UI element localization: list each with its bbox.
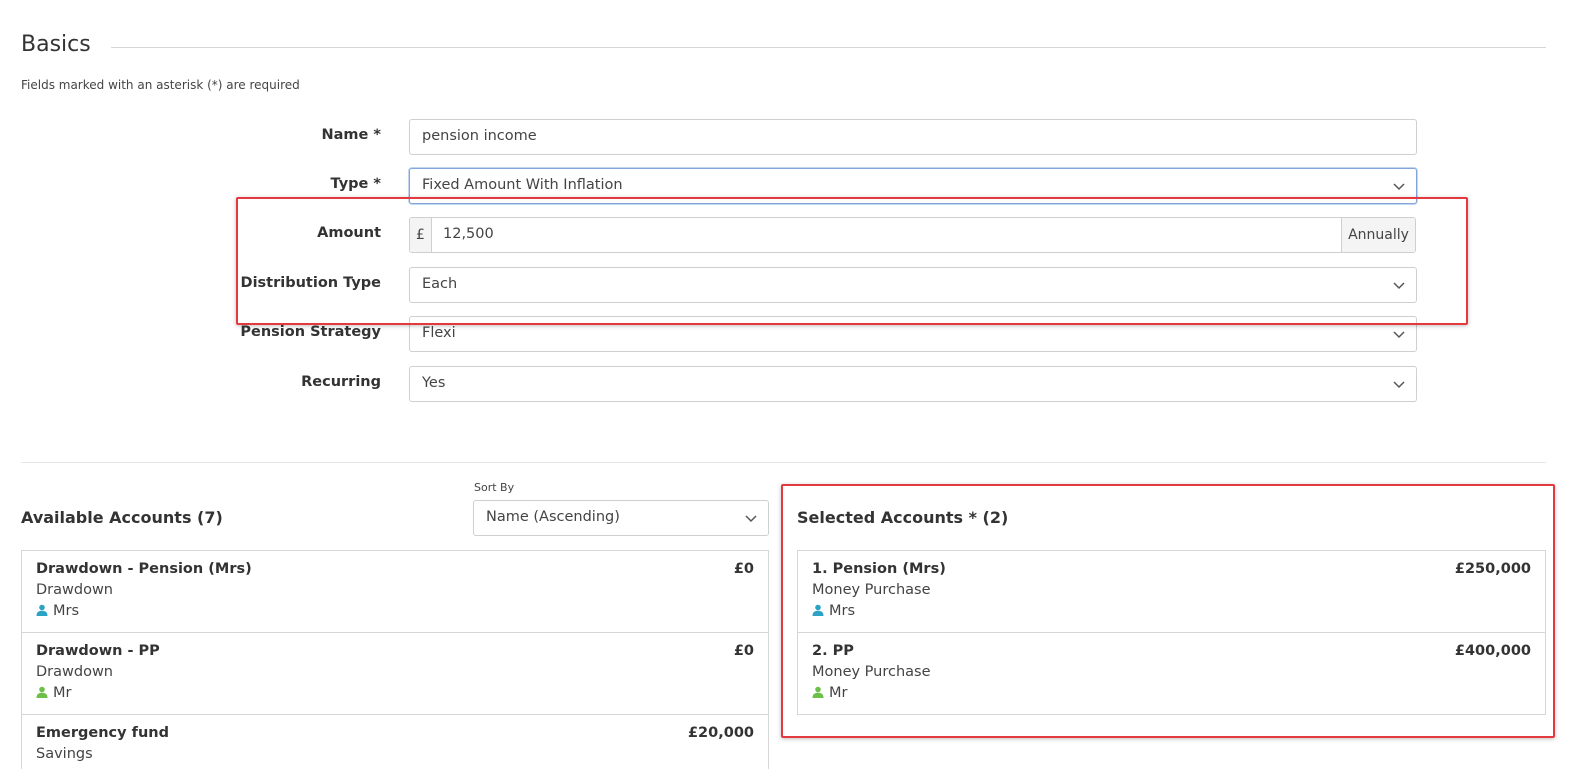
person-icon: [36, 604, 48, 616]
account-name: 1. Pension (Mrs): [812, 561, 946, 577]
pension-strategy-value: Flexi: [422, 325, 456, 341]
account-owner-label: Mrs: [53, 603, 80, 619]
available-account-item[interactable]: Drawdown - Pension (Mrs) Drawdown Mrs £0: [22, 551, 768, 633]
account-name: Emergency fund: [36, 725, 169, 741]
name-label: Name *: [321, 127, 382, 143]
chevron-down-icon: [1393, 381, 1405, 389]
amount-label: Amount: [317, 225, 381, 241]
section-title: Basics: [21, 32, 91, 57]
distribution-type-select[interactable]: Each: [409, 267, 1417, 303]
account-owner: Mrs: [812, 603, 855, 619]
person-icon: [812, 604, 824, 616]
available-account-item[interactable]: Emergency fund Savings £20,000: [22, 715, 768, 769]
account-value: £400,000: [1454, 643, 1531, 659]
type-row: Type * Fixed Amount With Inflation: [0, 168, 1420, 204]
account-name: Drawdown - PP: [36, 643, 160, 659]
amount-input[interactable]: 12,500: [443, 226, 494, 242]
chevron-down-icon: [1393, 331, 1405, 339]
recurring-value: Yes: [422, 375, 446, 391]
account-type: Savings: [36, 746, 93, 762]
account-type: Money Purchase: [812, 582, 931, 598]
account-owner-label: Mr: [53, 685, 72, 701]
pension-strategy-row: Pension Strategy Flexi: [0, 316, 1420, 352]
recurring-row: Recurring Yes: [0, 366, 1420, 402]
sort-by-select[interactable]: Name (Ascending): [473, 500, 769, 536]
available-accounts-title: Available Accounts (7): [21, 508, 223, 527]
amount-frequency: Annually: [1341, 218, 1415, 252]
chevron-down-icon: [745, 515, 757, 523]
selected-accounts-list: 1. Pension (Mrs) Money Purchase Mrs £250…: [797, 550, 1546, 715]
account-type: Money Purchase: [812, 664, 931, 680]
account-type: Drawdown: [36, 582, 113, 598]
available-account-item[interactable]: Drawdown - PP Drawdown Mr £0: [22, 633, 768, 715]
account-owner: Mr: [812, 685, 847, 701]
recurring-label: Recurring: [301, 374, 381, 390]
currency-prefix: £: [410, 218, 432, 252]
account-value: £0: [733, 561, 754, 577]
amount-input-group: £ 12,500 Annually: [409, 217, 1416, 253]
required-fields-note: Fields marked with an asterisk (*) are r…: [21, 78, 300, 92]
sort-by-value: Name (Ascending): [486, 509, 620, 525]
amount-row: Amount £ 12,500 Annually: [0, 217, 1420, 253]
person-icon: [36, 686, 48, 698]
account-value: £20,000: [687, 725, 754, 741]
section-header: Basics: [21, 30, 1546, 60]
type-select[interactable]: Fixed Amount With Inflation: [409, 168, 1417, 204]
chevron-down-icon: [1393, 282, 1405, 290]
account-value: £0: [733, 643, 754, 659]
selected-account-item[interactable]: 2. PP Money Purchase Mr £400,000: [798, 633, 1545, 715]
distribution-type-row: Distribution Type Each: [0, 267, 1420, 303]
account-owner-label: Mrs: [829, 603, 856, 619]
recurring-select[interactable]: Yes: [409, 366, 1417, 402]
available-accounts-list: Drawdown - Pension (Mrs) Drawdown Mrs £0…: [21, 550, 769, 769]
type-label: Type *: [330, 176, 381, 192]
name-input[interactable]: pension income: [409, 119, 1417, 155]
account-name: Drawdown - Pension (Mrs): [36, 561, 252, 577]
type-select-value: Fixed Amount With Inflation: [422, 177, 623, 193]
account-type: Drawdown: [36, 664, 113, 680]
accounts-divider: [21, 462, 1546, 463]
distribution-type-value: Each: [422, 276, 458, 292]
account-owner-label: Mr: [829, 685, 848, 701]
name-input-value: pension income: [422, 128, 537, 144]
account-owner: Mr: [36, 685, 71, 701]
account-name: 2. PP: [812, 643, 854, 659]
distribution-type-label: Distribution Type: [240, 275, 381, 291]
pension-strategy-select[interactable]: Flexi: [409, 316, 1417, 352]
chevron-down-icon: [1393, 183, 1405, 191]
name-row: Name * pension income: [0, 119, 1420, 155]
sort-by-label: Sort By: [474, 481, 515, 494]
section-divider: [111, 47, 1546, 48]
account-value: £250,000: [1454, 561, 1531, 577]
pension-strategy-label: Pension Strategy: [240, 324, 381, 340]
person-icon: [812, 686, 824, 698]
selected-account-item[interactable]: 1. Pension (Mrs) Money Purchase Mrs £250…: [798, 551, 1545, 633]
account-owner: Mrs: [36, 603, 79, 619]
selected-accounts-title: Selected Accounts * (2): [797, 508, 1009, 527]
